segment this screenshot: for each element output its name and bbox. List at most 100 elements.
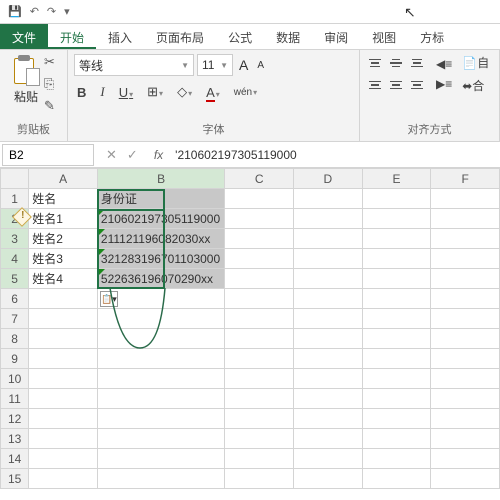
cancel-icon[interactable]: ✕ — [106, 147, 117, 163]
font-name-select[interactable]: 等线▼ — [74, 54, 194, 76]
cell[interactable] — [294, 309, 363, 329]
cell[interactable] — [362, 369, 431, 389]
cell[interactable] — [225, 449, 294, 469]
col-header[interactable]: F — [431, 169, 500, 189]
cell[interactable]: 姓名 — [29, 189, 98, 209]
cell[interactable] — [97, 409, 224, 429]
cell[interactable] — [362, 209, 431, 229]
cell[interactable]: 321283196701103000 — [97, 249, 224, 269]
col-header[interactable]: A — [29, 169, 98, 189]
tab-formula[interactable]: 公式 — [216, 24, 264, 49]
grow-font-icon[interactable]: A — [236, 55, 251, 75]
cell[interactable] — [431, 389, 500, 409]
cell[interactable] — [29, 389, 98, 409]
col-header[interactable]: B — [97, 169, 224, 189]
align-middle-icon[interactable] — [387, 55, 405, 71]
row-header[interactable]: 3 — [1, 229, 29, 249]
cell[interactable] — [294, 449, 363, 469]
paste-button[interactable]: 粘贴 — [12, 54, 40, 114]
cell[interactable] — [294, 409, 363, 429]
shrink-font-icon[interactable]: A — [254, 58, 267, 73]
cell[interactable] — [225, 309, 294, 329]
cell[interactable] — [362, 449, 431, 469]
cell[interactable]: 姓名4 — [29, 269, 98, 289]
cell[interactable] — [294, 189, 363, 209]
cell[interactable] — [225, 269, 294, 289]
font-color-button[interactable]: A▾ — [203, 83, 223, 102]
cell[interactable] — [29, 449, 98, 469]
undo-icon[interactable]: ↶ — [30, 5, 39, 18]
cell[interactable] — [29, 289, 98, 309]
col-header[interactable]: D — [294, 169, 363, 189]
cell[interactable] — [97, 449, 224, 469]
cell[interactable]: 522636196070290xx — [97, 269, 224, 289]
cell[interactable] — [294, 209, 363, 229]
font-size-select[interactable]: 11▼ — [197, 54, 233, 76]
cell[interactable] — [362, 389, 431, 409]
cell[interactable] — [362, 329, 431, 349]
cell[interactable] — [225, 329, 294, 349]
col-header[interactable]: E — [362, 169, 431, 189]
cell[interactable] — [431, 349, 500, 369]
row-header[interactable]: 8 — [1, 329, 29, 349]
row-header[interactable]: 1 — [1, 189, 29, 209]
cell[interactable] — [294, 329, 363, 349]
cell[interactable]: 📋▾ — [97, 289, 224, 309]
cell[interactable] — [431, 369, 500, 389]
cell[interactable] — [97, 309, 224, 329]
cell[interactable] — [225, 229, 294, 249]
cell[interactable] — [97, 329, 224, 349]
row-header[interactable]: 4 — [1, 249, 29, 269]
enter-icon[interactable]: ✓ — [127, 147, 138, 163]
cell[interactable]: 姓名1 — [29, 209, 98, 229]
cell[interactable]: 姓名2 — [29, 229, 98, 249]
cell[interactable] — [294, 229, 363, 249]
cut-icon[interactable]: ✂ — [44, 54, 55, 70]
cell[interactable] — [431, 269, 500, 289]
cell[interactable] — [294, 289, 363, 309]
cell[interactable] — [225, 249, 294, 269]
phonetic-button[interactable]: wén▾ — [231, 85, 260, 100]
cell[interactable] — [294, 389, 363, 409]
align-left-icon[interactable] — [366, 77, 384, 93]
cell[interactable] — [362, 409, 431, 429]
bold-button[interactable]: B — [74, 83, 89, 102]
name-box[interactable] — [2, 144, 94, 166]
row-header[interactable]: 12 — [1, 409, 29, 429]
tab-home[interactable]: 开始 — [48, 24, 96, 49]
formula-input[interactable]: '210602197305119000 — [169, 145, 500, 165]
row-header[interactable]: 15 — [1, 469, 29, 489]
underline-button[interactable]: U▾ — [116, 83, 136, 102]
row-header[interactable]: 10 — [1, 369, 29, 389]
row-header[interactable]: 5 — [1, 269, 29, 289]
cell[interactable] — [29, 409, 98, 429]
row-header[interactable]: 11 — [1, 389, 29, 409]
copy-icon[interactable]: ⎘ — [44, 76, 55, 92]
cell[interactable] — [29, 469, 98, 489]
cell[interactable] — [225, 289, 294, 309]
row-header[interactable]: 14 — [1, 449, 29, 469]
row-header[interactable]: 7 — [1, 309, 29, 329]
cell[interactable] — [294, 429, 363, 449]
align-bottom-icon[interactable] — [408, 55, 426, 71]
cell[interactable] — [362, 269, 431, 289]
row-header[interactable]: 6 — [1, 289, 29, 309]
tab-layout[interactable]: 页面布局 — [144, 24, 216, 49]
cell[interactable] — [431, 409, 500, 429]
cell[interactable] — [225, 349, 294, 369]
cell[interactable] — [97, 389, 224, 409]
tab-data[interactable]: 数据 — [264, 24, 312, 49]
merge-button[interactable]: ⬌合 — [462, 77, 489, 94]
cell[interactable] — [225, 189, 294, 209]
redo-icon[interactable]: ↷ — [47, 5, 56, 18]
row-header[interactable]: 13 — [1, 429, 29, 449]
cell[interactable] — [29, 309, 98, 329]
cell[interactable] — [225, 209, 294, 229]
cell[interactable] — [225, 469, 294, 489]
format-painter-icon[interactable]: ✎ — [44, 98, 55, 114]
cell[interactable] — [362, 469, 431, 489]
fx-icon[interactable]: fx — [148, 148, 169, 162]
cell[interactable] — [29, 369, 98, 389]
align-center-icon[interactable] — [387, 77, 405, 93]
fill-color-button[interactable]: ◇▾ — [174, 82, 195, 102]
